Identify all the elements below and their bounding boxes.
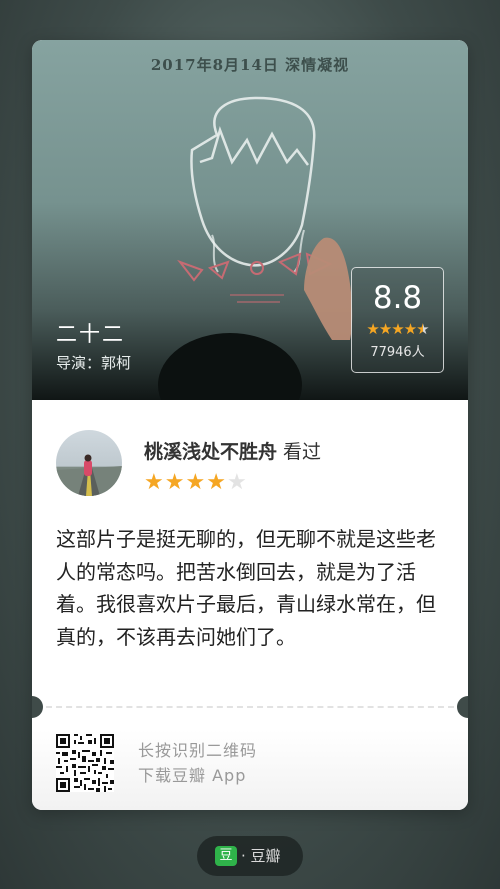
rating-box: 8.8 ★★★★★ 77946人 — [351, 267, 444, 373]
movie-director: 导演：郭柯 — [56, 354, 132, 372]
dashed-divider — [46, 706, 454, 708]
avatar-image — [56, 454, 122, 496]
ticket-notch-right — [457, 696, 468, 718]
douban-brand-badge: 豆 · 豆瓣 — [197, 836, 303, 876]
douban-brand-text: · 豆瓣 — [241, 847, 281, 865]
empty-star-icon: ★ — [226, 470, 248, 495]
star-icon: ★ — [144, 470, 165, 495]
avatar[interactable] — [56, 430, 122, 496]
movie-title: 二十二 — [56, 322, 125, 346]
ticket-notch-left — [32, 696, 43, 718]
star-icon: ★ — [164, 470, 186, 495]
movie-poster: 2017年8月14日 深情凝视 二十二 导演：郭柯 8.8 ★★★★★ 7794… — [32, 40, 468, 400]
star-icon: ★ — [391, 320, 404, 338]
download-hint-line1: 长按识别二维码 — [138, 741, 258, 760]
star-icon: ★ — [185, 470, 207, 495]
download-hint-line2: 下载豆瓣 App — [138, 766, 247, 785]
rating-stars: ★★★★★ — [352, 320, 443, 338]
star-icon: ★ — [206, 470, 227, 495]
rating-score: 8.8 — [372, 280, 423, 316]
review-text: 这部片子是挺无聊的，但无聊不就是这些老人的常态吗。把苦水倒回去，就是为了活着。我… — [56, 527, 436, 649]
star-icon: ★ — [403, 320, 417, 338]
half-star-icon: ★ — [416, 320, 429, 338]
qr-code[interactable] — [56, 734, 114, 792]
douban-logo-icon: 豆 — [215, 846, 237, 866]
rating-count: 77946人 — [370, 345, 425, 360]
star-icon: ★ — [378, 320, 392, 338]
star-icon: ★ — [366, 320, 379, 338]
share-card: 2017年8月14日 深情凝视 二十二 导演：郭柯 8.8 ★★★★★ 7794… — [32, 40, 468, 810]
review-action: 看过 — [283, 441, 322, 463]
user-rating-stars: ★★★★★ — [144, 470, 248, 495]
download-hint: 长按识别二维码 下载豆瓣 App — [138, 738, 257, 788]
reviewer-line: 桃溪浅处不胜舟 看过 — [144, 437, 321, 464]
reviewer-name[interactable]: 桃溪浅处不胜舟 — [144, 441, 277, 463]
